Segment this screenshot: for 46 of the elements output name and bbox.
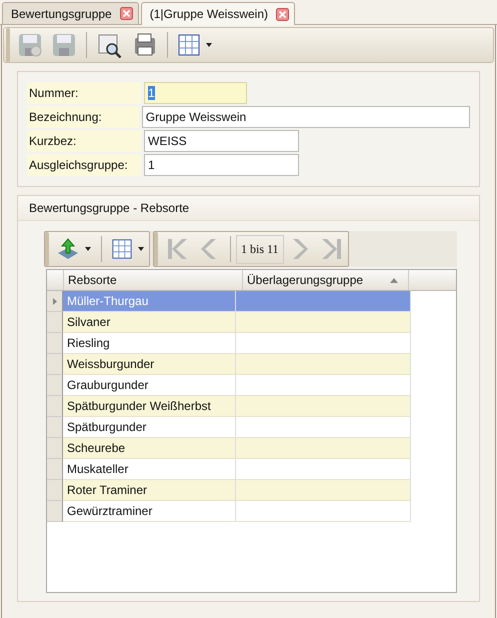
page-reading: 1 bis 11 (236, 234, 284, 264)
row-header[interactable] (47, 354, 63, 375)
row-header[interactable] (47, 312, 63, 333)
input-field[interactable]: Gruppe Weisswein (142, 106, 470, 128)
input-field[interactable]: 1 (144, 154, 299, 176)
table-cell: Müller-Thurgau (63, 291, 236, 312)
row-header[interactable] (47, 396, 63, 417)
grid-icon (177, 33, 201, 57)
input-field[interactable]: 1 (144, 82, 247, 104)
close-icon[interactable] (120, 7, 133, 20)
row-header[interactable] (47, 333, 63, 354)
field-label: Ausgleichsgruppe: (27, 154, 141, 176)
table-cell: Gewürztraminer (63, 501, 236, 522)
row-header[interactable] (47, 291, 63, 312)
grid-icon (111, 238, 133, 260)
panel-title: Bewertungsgruppe - Rebsorte (18, 196, 479, 221)
table-cell: Roter Traminer (63, 480, 236, 501)
row-header[interactable] (47, 480, 63, 501)
upload-arrow-icon (56, 237, 80, 261)
column-header[interactable]: Überlagerungsgruppe (243, 270, 409, 290)
table-cell: Riesling (63, 333, 236, 354)
current-row-icon (52, 298, 56, 304)
table-cell: Silvaner (63, 312, 236, 333)
row-header[interactable] (47, 375, 63, 396)
field-label: Nummer: (27, 82, 141, 104)
row-header[interactable] (47, 501, 63, 522)
table-cell: Grauburgunder (63, 375, 236, 396)
field-label: Kurzbez: (27, 130, 141, 152)
table-cell: Spätburgunder Weißherbst (63, 396, 236, 417)
caret-icon (205, 42, 213, 48)
caret-icon (84, 246, 92, 252)
table-cell: Weissburgunder (63, 354, 236, 375)
input-field[interactable]: WEISS (144, 130, 299, 152)
column-header[interactable]: Rebsorte (64, 270, 243, 290)
row-header[interactable] (47, 417, 63, 438)
close-icon[interactable] (276, 8, 290, 20)
sort-icon (390, 278, 398, 282)
caret-icon (137, 246, 145, 252)
row-header[interactable] (47, 438, 63, 459)
table-cell: Spätburgunder (63, 417, 236, 438)
tab[interactable]: (1|Gruppe Weisswein) (140, 2, 296, 25)
table-cell: Muskateller (63, 459, 236, 480)
table-cell: Scheurebe (63, 438, 236, 459)
row-header[interactable] (47, 459, 63, 480)
tab[interactable]: Bewertungsgruppe (2, 2, 139, 24)
field-label: Bezeichnung: (27, 106, 139, 128)
